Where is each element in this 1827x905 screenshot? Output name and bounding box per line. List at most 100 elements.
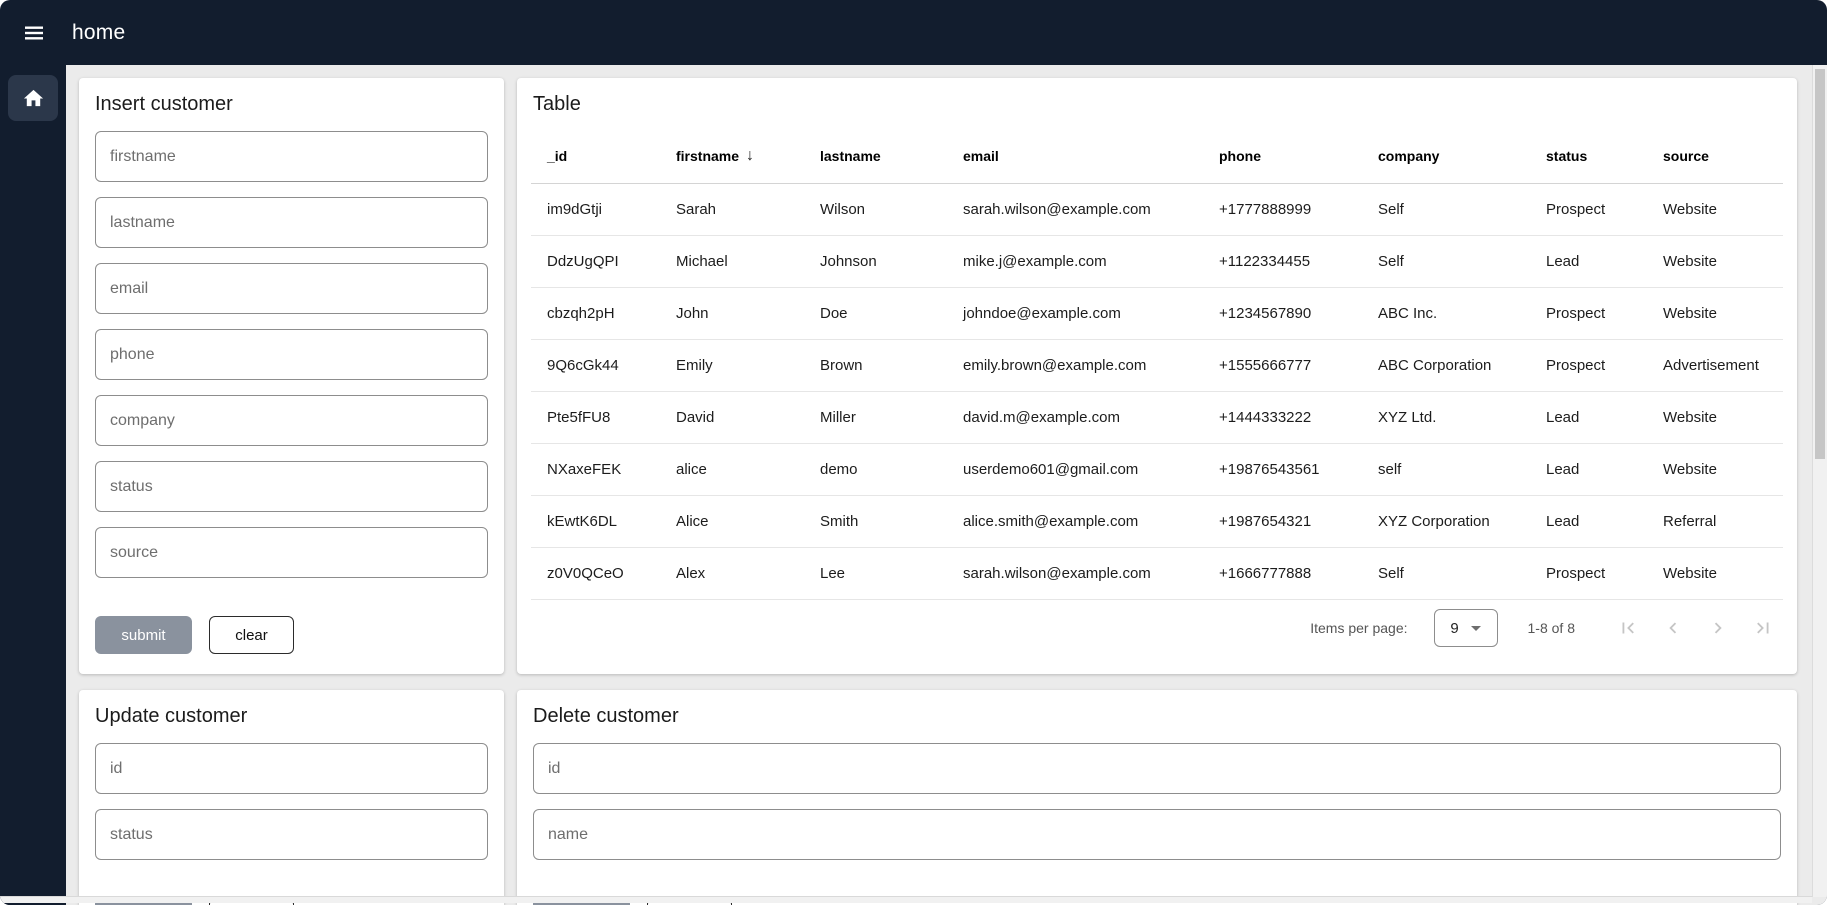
- table-cell: Lead: [1530, 461, 1647, 478]
- table-cell: sarah.wilson@example.com: [947, 201, 1203, 218]
- table-paginator: Items per page: 9 1-8 of 8: [517, 600, 1797, 656]
- first-page-icon: [1617, 617, 1639, 639]
- insert-source-input[interactable]: [95, 527, 488, 578]
- table-header-cell-company[interactable]: company: [1362, 148, 1530, 164]
- table-cell: david.m@example.com: [947, 409, 1203, 426]
- table-cell: demo: [804, 461, 947, 478]
- table-header-cell-source[interactable]: source: [1647, 148, 1783, 164]
- table-cell: NXaxeFEK: [531, 461, 660, 478]
- dropdown-caret-icon: [1471, 626, 1481, 631]
- delete-id-input[interactable]: [533, 743, 1781, 794]
- last-page-button[interactable]: [1740, 608, 1785, 648]
- vertical-scrollbar-thumb[interactable]: [1815, 69, 1825, 459]
- table-header-cell-firstname[interactable]: firstname↓: [660, 147, 804, 165]
- table-header-cell-lastname[interactable]: lastname: [804, 148, 947, 164]
- update-status-input[interactable]: [95, 809, 488, 860]
- table-row: Pte5fFU8DavidMillerdavid.m@example.com+1…: [531, 392, 1783, 444]
- page-title: home: [72, 21, 125, 45]
- table-row: DdzUgQPIMichaelJohnsonmike.j@example.com…: [531, 236, 1783, 288]
- horizontal-scrollbar[interactable]: [0, 896, 1812, 903]
- update-id-input[interactable]: [95, 743, 488, 794]
- table-cell: Smith: [804, 513, 947, 530]
- update-customer-panel: Update customer submit clear: [79, 690, 504, 905]
- table-cell: XYZ Ltd.: [1362, 409, 1530, 426]
- top-navbar: home: [0, 0, 1827, 65]
- insert-form-fields: [95, 131, 488, 578]
- table-cell: +1555666777: [1203, 357, 1362, 374]
- sidebar-item-home[interactable]: [8, 75, 58, 121]
- table-cell: Self: [1362, 201, 1530, 218]
- main-content: Insert customer submit clear Table _idfi…: [66, 65, 1827, 905]
- table-cell: userdemo601@gmail.com: [947, 461, 1203, 478]
- table-cell: alice.smith@example.com: [947, 513, 1203, 530]
- chevron-left-icon: [1662, 617, 1684, 639]
- page-size-select[interactable]: 9: [1434, 609, 1498, 647]
- table-cell: Prospect: [1530, 565, 1647, 582]
- table-cell: Lead: [1530, 409, 1647, 426]
- insert-phone-input[interactable]: [95, 329, 488, 380]
- table-cell: Lead: [1530, 513, 1647, 530]
- table-cell: John: [660, 305, 804, 322]
- table-cell: DdzUgQPI: [531, 253, 660, 270]
- table-header-cell-status[interactable]: status: [1530, 148, 1647, 164]
- table-cell: +1777888999: [1203, 201, 1362, 218]
- table-panel: Table _idfirstname↓lastnameemailphonecom…: [517, 78, 1797, 674]
- menu-button[interactable]: [21, 20, 47, 46]
- sort-arrow-icon: ↓: [746, 147, 754, 165]
- table-cell: cbzqh2pH: [531, 305, 660, 322]
- table-cell: Website: [1647, 253, 1783, 270]
- items-per-page-label: Items per page:: [1310, 620, 1407, 636]
- table-cell: Website: [1647, 409, 1783, 426]
- insert-status-input[interactable]: [95, 461, 488, 512]
- table-cell: Website: [1647, 565, 1783, 582]
- home-icon: [22, 87, 45, 110]
- insert-clear-button[interactable]: clear: [209, 616, 294, 654]
- insert-customer-panel: Insert customer submit clear: [79, 78, 504, 674]
- table-cell: Referral: [1647, 513, 1783, 530]
- table-cell: Alex: [660, 565, 804, 582]
- table-cell: +1122334455: [1203, 253, 1362, 270]
- insert-submit-button[interactable]: submit: [95, 616, 192, 654]
- table-row: kEwtK6DLAliceSmithalice.smith@example.co…: [531, 496, 1783, 548]
- hamburger-icon: [22, 21, 46, 45]
- insert-company-input[interactable]: [95, 395, 488, 446]
- table-header-cell-id[interactable]: _id: [531, 148, 660, 164]
- delete-name-input[interactable]: [533, 809, 1781, 860]
- delete-panel-title: Delete customer: [533, 704, 1781, 728]
- table-cell: 9Q6cGk44: [531, 357, 660, 374]
- table-header-row: _idfirstname↓lastnameemailphonecompanyst…: [531, 128, 1783, 184]
- table-cell: Prospect: [1530, 357, 1647, 374]
- table-cell: self: [1362, 461, 1530, 478]
- table-cell: +19876543561: [1203, 461, 1362, 478]
- delete-customer-panel: Delete customer submit clear: [517, 690, 1797, 905]
- table-cell: ABC Inc.: [1362, 305, 1530, 322]
- page-size-value: 9: [1450, 620, 1458, 637]
- table-header-cell-phone[interactable]: phone: [1203, 148, 1362, 164]
- table-cell: Brown: [804, 357, 947, 374]
- table-cell: Website: [1647, 305, 1783, 322]
- table-cell: Website: [1647, 201, 1783, 218]
- table-cell: sarah.wilson@example.com: [947, 565, 1203, 582]
- previous-page-button[interactable]: [1650, 608, 1695, 648]
- table-cell: +1234567890: [1203, 305, 1362, 322]
- table-body: im9dGtjiSarahWilsonsarah.wilson@example.…: [531, 184, 1783, 600]
- insert-email-input[interactable]: [95, 263, 488, 314]
- insert-lastname-input[interactable]: [95, 197, 488, 248]
- table-header-cell-email[interactable]: email: [947, 148, 1203, 164]
- vertical-scrollbar[interactable]: [1812, 65, 1827, 897]
- table-row: NXaxeFEKalicedemouserdemo601@gmail.com+1…: [531, 444, 1783, 496]
- table-cell: Self: [1362, 565, 1530, 582]
- next-page-button[interactable]: [1695, 608, 1740, 648]
- table-row: z0V0QCeOAlexLeesarah.wilson@example.com+…: [531, 548, 1783, 600]
- insert-firstname-input[interactable]: [95, 131, 488, 182]
- table-cell: Prospect: [1530, 305, 1647, 322]
- sidebar: [0, 65, 66, 905]
- table-cell: Lead: [1530, 253, 1647, 270]
- table-cell: johndoe@example.com: [947, 305, 1203, 322]
- table-cell: +1666777888: [1203, 565, 1362, 582]
- table-cell: alice: [660, 461, 804, 478]
- first-page-button[interactable]: [1605, 608, 1650, 648]
- table-panel-title: Table: [533, 92, 1781, 116]
- table-cell: Advertisement: [1647, 357, 1783, 374]
- table-cell: David: [660, 409, 804, 426]
